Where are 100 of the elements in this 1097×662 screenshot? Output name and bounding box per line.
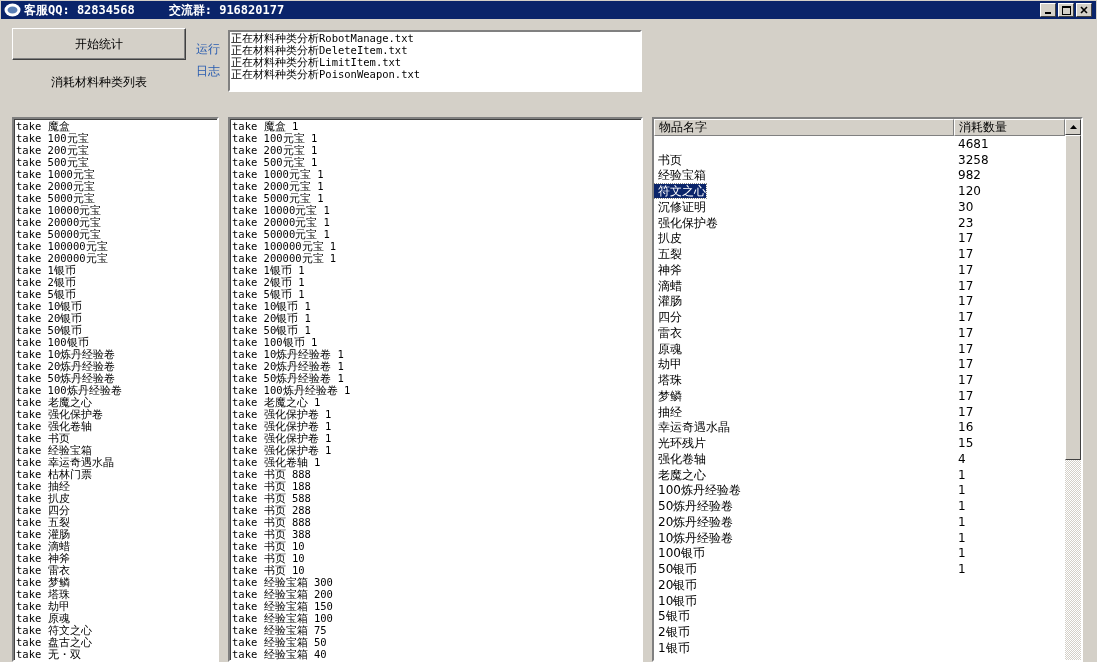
item-name-cell[interactable]: 老魔之心	[654, 467, 706, 482]
item-name-cell[interactable]: 5银币	[654, 609, 690, 624]
count-cell-text: 4	[957, 451, 966, 466]
take-line: take 书页 10	[232, 552, 305, 564]
item-name-cell[interactable]: 光环残片	[654, 436, 706, 451]
take-line: take 5银币 1	[232, 288, 305, 300]
item-name-cell[interactable]: 抽经	[654, 404, 682, 419]
take-line: take 10000元宝 1	[232, 204, 330, 216]
window-title: 客服QQ: 82834568	[24, 1, 135, 19]
item-name-cell[interactable]: 20炼丹经验卷	[654, 514, 734, 529]
item-name-cell[interactable]: 强化保护卷	[654, 215, 718, 230]
list-caption: 消耗材料种类列表	[51, 74, 147, 91]
material-line: take 20000元宝	[16, 216, 102, 228]
item-name-cell[interactable]: 沉修证明	[654, 199, 706, 214]
material-line: take 强化保护卷	[16, 408, 103, 420]
item-name-cell[interactable]: 100炼丹经验卷	[654, 483, 741, 498]
start-button[interactable]: 开始统计	[12, 28, 186, 60]
take-line: take 50炼丹经验卷 1	[232, 372, 344, 384]
take-line: take 2银币 1	[232, 276, 305, 288]
item-name-cell[interactable]: 雷衣	[654, 325, 682, 340]
item-name-cell[interactable]: 1银币	[654, 640, 690, 655]
window-title: 交流群: 916820177	[168, 1, 285, 19]
count-cell-text: 17	[957, 310, 974, 325]
item-name-cell[interactable]: 10炼丹经验卷	[654, 530, 734, 545]
material-line: take 四分	[16, 504, 70, 516]
material-line: take 20银币	[16, 312, 83, 324]
minimize-button[interactable]	[1040, 3, 1056, 17]
take-line: take 2000元宝 1	[232, 180, 324, 192]
item-name-cell[interactable]: 50炼丹经验卷	[654, 499, 734, 514]
take-line: take 书页 888	[232, 468, 311, 480]
item-name-cell[interactable]: 神斧	[654, 262, 682, 277]
material-line: take 200元宝	[16, 144, 89, 156]
item-name-cell[interactable]: 五裂	[654, 247, 682, 262]
item-name-cell[interactable]: 经验宝箱	[654, 168, 706, 183]
item-name-cell[interactable]: 书页	[654, 152, 682, 167]
take-line: take 20炼丹经验卷 1	[232, 360, 344, 372]
material-line: take 10银币	[16, 300, 83, 312]
item-name-cell[interactable]: 塔珠	[654, 373, 682, 388]
item-name-cell[interactable]: 100银币	[654, 546, 705, 561]
material-line: take 50银币	[16, 324, 83, 336]
item-name-cell[interactable]: 劫甲	[654, 357, 682, 372]
item-name-cell[interactable]: 梦鳞	[654, 388, 682, 403]
take-line: take 20银币 1	[232, 312, 311, 324]
close-icon	[1080, 6, 1088, 14]
item-name-cell[interactable]: 灌肠	[654, 294, 682, 309]
item-name-cell[interactable]: 2银币	[654, 625, 690, 640]
material-line: take 2银币	[16, 276, 76, 288]
item-name-cell[interactable]: 四分	[654, 310, 682, 325]
count-cell-text: 15	[957, 436, 974, 451]
take-line: take 经验宝箱 50	[232, 636, 327, 648]
material-line: take 枯林门票	[16, 468, 92, 480]
column-header[interactable]: 消耗数量	[954, 119, 1065, 136]
item-name-cell[interactable]: 滴蜡	[654, 278, 682, 293]
count-cell-text: 16	[957, 420, 974, 435]
material-line: take 魔盒	[16, 120, 70, 132]
take-line: take 200000元宝 1	[232, 252, 337, 264]
take-line: take 书页 888	[232, 516, 311, 528]
item-name-cell[interactable]: 50银币	[654, 562, 698, 577]
scrollbar[interactable]	[1065, 119, 1081, 660]
take-line: take 5000元宝 1	[232, 192, 324, 204]
count-cell-text: 1	[957, 514, 966, 529]
take-line: take 1000元宝 1	[232, 168, 324, 180]
item-name-cell[interactable]: 扒皮	[654, 231, 682, 246]
material-line: take 幸运奇遇水晶	[16, 456, 114, 468]
scrollbar-thumb[interactable]	[1065, 135, 1081, 460]
take-line: take 10银币 1	[232, 300, 311, 312]
maximize-button[interactable]	[1058, 3, 1074, 17]
count-cell-text: 17	[957, 247, 974, 262]
maximize-icon	[1061, 5, 1071, 15]
material-line: take 100000元宝	[16, 240, 108, 252]
material-line: take 五裂	[16, 516, 70, 528]
material-line: take 20炼丹经验卷	[16, 360, 116, 372]
item-name-cell[interactable]: 原魂	[654, 341, 682, 356]
material-line: take 100炼丹经验卷	[16, 384, 122, 396]
take-line: take 经验宝箱 300	[232, 576, 333, 588]
item-name-cell[interactable]: 强化卷轴	[654, 451, 706, 466]
count-cell-text: 17	[957, 388, 974, 403]
column-header[interactable]: 物品名字	[654, 119, 954, 136]
take-line: take 20000元宝 1	[232, 216, 330, 228]
material-line: take 劫甲	[16, 600, 70, 612]
material-line: take 雷衣	[16, 564, 70, 576]
take-line: take 200元宝 1	[232, 144, 318, 156]
material-line: take 10炼丹经验卷	[16, 348, 116, 360]
close-button[interactable]	[1076, 3, 1092, 17]
item-name-cell[interactable]: 10银币	[654, 593, 698, 608]
material-line: take 灌肠	[16, 528, 70, 540]
item-name-cell[interactable]: 符文之心	[654, 184, 706, 199]
material-line: take 书页	[16, 432, 70, 444]
take-line: take 书页 10	[232, 564, 305, 576]
take-line: take 老魔之心 1	[232, 396, 321, 408]
count-cell-text: 30	[957, 199, 974, 214]
item-name-cell[interactable]: 幸运奇遇水晶	[654, 420, 730, 435]
material-line: take 10000元宝	[16, 204, 102, 216]
material-line: take 2000元宝	[16, 180, 95, 192]
scroll-up-button[interactable]	[1065, 119, 1081, 135]
count-cell-text: 17	[957, 325, 974, 340]
count-cell-text: 17	[957, 262, 974, 277]
count-cell-text: 120	[957, 184, 981, 199]
log-line: 正在材料种类分析RobotManage.txt	[231, 32, 414, 44]
item-name-cell[interactable]: 20银币	[654, 577, 698, 592]
